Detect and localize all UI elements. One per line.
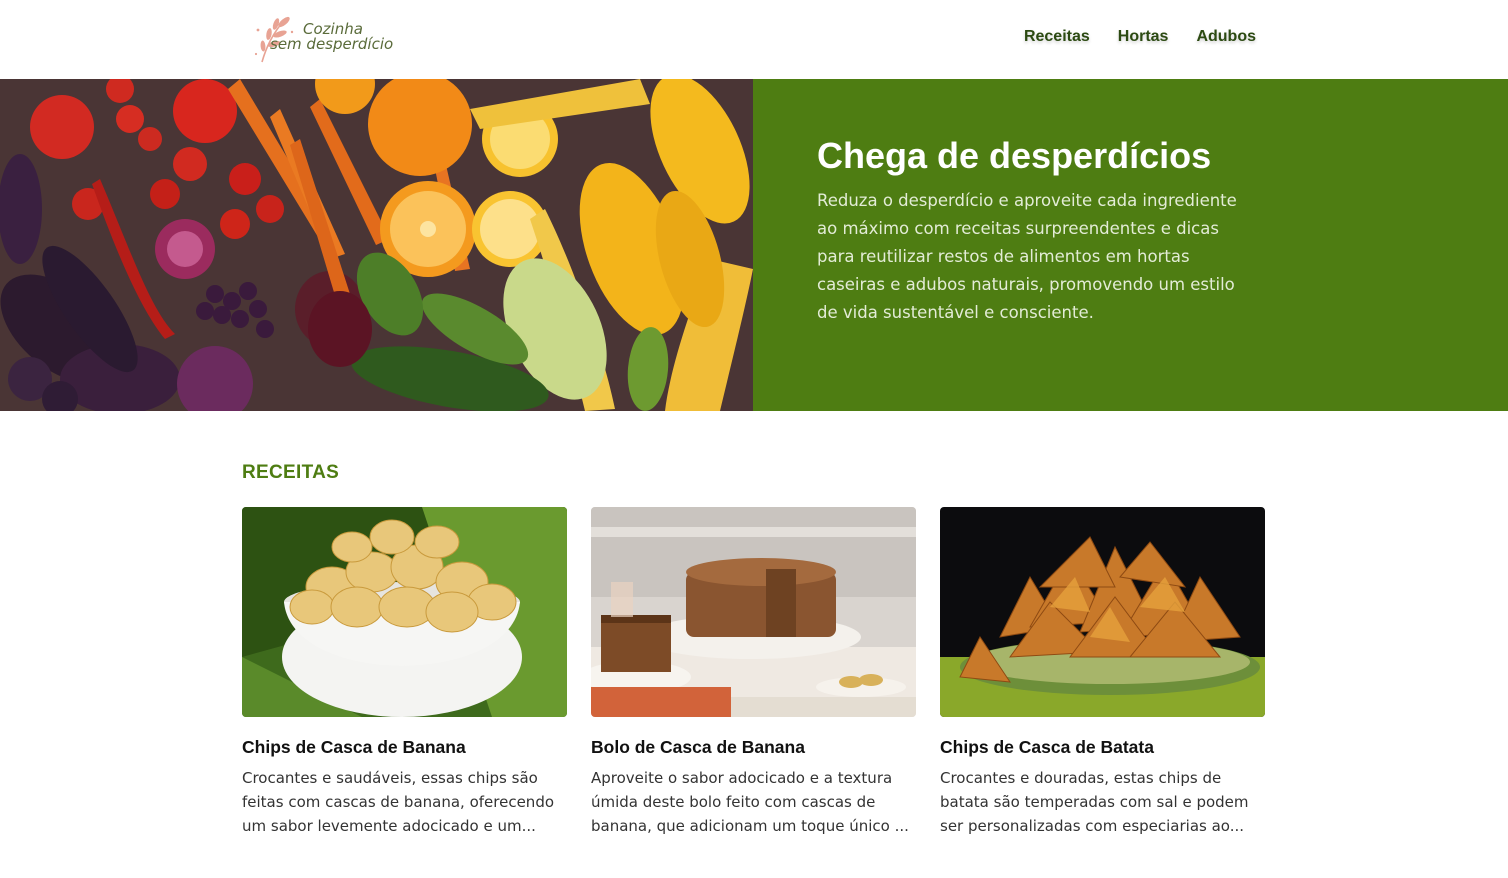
hero-title: Chega de desperdícios [817,135,1212,176]
recipe-card[interactable]: Chips de Casca de Batata Crocantes e dou… [940,507,1265,838]
nav-item-adubos[interactable]: Adubos [1196,28,1256,46]
recipe-card-list: Chips de Casca de Banana Crocantes e sau… [242,507,1265,838]
hero-text-panel: Chega de desperdícios Reduza o desperdíc… [753,79,1508,411]
recipe-image-banana-cake [591,507,916,717]
recipe-description: Crocantes e saudáveis, essas chips são f… [242,769,555,835]
recipe-title: Chips de Casca de Banana [242,737,466,757]
recipe-card[interactable]: Bolo de Casca de Banana Aproveite o sabo… [591,507,916,838]
recipe-image-potato-chips [940,507,1265,717]
nav-item-hortas[interactable]: Hortas [1118,28,1169,46]
recipe-description: Aproveite o sabor adocicado e a textura … [591,769,909,835]
brand-name: Cozinha sem desperdício [270,22,393,52]
main-nav: Receitas Hortas Adubos [1024,28,1256,46]
recipe-title: Bolo de Casca de Banana [591,737,805,757]
recipe-description: Crocantes e douradas, estas chips de bat… [940,769,1249,835]
recipes-section-title: RECEITAS [242,462,340,483]
recipe-card[interactable]: Chips de Casca de Banana Crocantes e sau… [242,507,567,838]
recipe-title: Chips de Casca de Batata [940,737,1154,757]
hero-banner: Chega de desperdícios Reduza o desperdíc… [0,79,1508,411]
site-header: Cozinha sem desperdício Receitas Hortas … [0,0,1508,79]
recipe-image-banana-chips [242,507,567,717]
nav-item-receitas[interactable]: Receitas [1024,28,1090,46]
brand-line2: sem desperdício [270,35,394,53]
hero-description: Reduza o desperdício e aproveite cada in… [817,191,1237,322]
hero-vegetables-image [0,79,753,411]
brand-logo[interactable]: Cozinha sem desperdício [250,10,410,66]
